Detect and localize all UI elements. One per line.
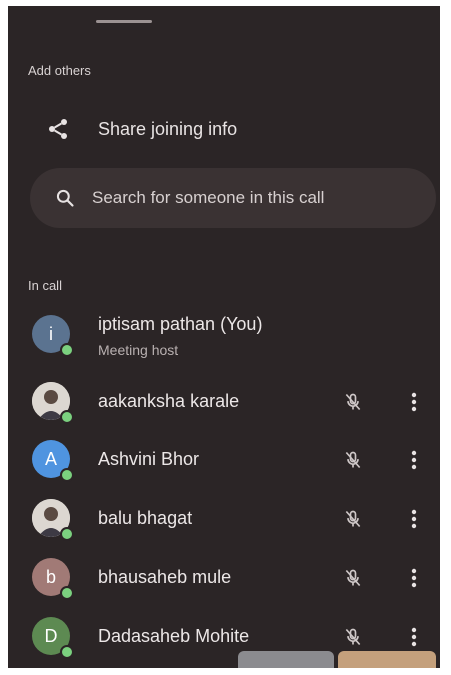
online-status-dot [60, 410, 74, 424]
online-status-dot [60, 586, 74, 600]
drag-handle[interactable] [96, 20, 152, 23]
mic-off-icon[interactable] [338, 622, 368, 652]
online-status-dot [60, 527, 74, 541]
online-status-dot [60, 468, 74, 482]
participant-row[interactable]: b bhausaheb mule [8, 552, 440, 604]
share-icon [38, 109, 78, 149]
more-options-icon[interactable] [404, 445, 424, 475]
video-thumbnail[interactable] [338, 651, 436, 668]
online-status-dot [60, 645, 74, 659]
participant-row[interactable]: balu bhagat [8, 493, 440, 545]
share-joining-info-label: Share joining info [98, 118, 238, 139]
participant-row[interactable]: A Ashvini Bhor [8, 434, 440, 486]
mic-off-icon[interactable] [338, 387, 368, 417]
participant-name: Dadasaheb Mohite [98, 626, 250, 646]
online-status-dot [60, 343, 74, 357]
video-thumbnails[interactable] [238, 651, 438, 668]
participant-role: Meeting host [98, 342, 179, 358]
add-others-label: Add others [28, 63, 91, 78]
search-icon [54, 187, 76, 209]
more-options-icon[interactable] [404, 387, 424, 417]
mic-off-icon[interactable] [338, 445, 368, 475]
participant-name: aakanksha karale [98, 391, 240, 411]
participants-panel: Add others Share joining info In call ii… [8, 6, 440, 668]
participant-row[interactable]: aakanksha karale [8, 376, 440, 428]
mic-off-icon[interactable] [338, 504, 368, 534]
video-thumbnail[interactable] [238, 651, 334, 668]
participant-name: iptisam pathan (You) [98, 314, 263, 334]
participant-name: balu bhagat [98, 508, 193, 528]
participant-name: Ashvini Bhor [98, 449, 200, 469]
share-joining-info-button[interactable]: Share joining info [8, 106, 440, 152]
search-bar[interactable] [30, 168, 436, 228]
search-input[interactable] [90, 187, 414, 209]
more-options-icon[interactable] [404, 563, 424, 593]
more-options-icon[interactable] [404, 504, 424, 534]
participant-row[interactable]: i iptisam pathan (You) Meeting host [8, 309, 440, 361]
in-call-label: In call [28, 278, 62, 293]
mic-off-icon[interactable] [338, 563, 368, 593]
participant-name: bhausaheb mule [98, 567, 232, 587]
more-options-icon[interactable] [404, 622, 424, 652]
